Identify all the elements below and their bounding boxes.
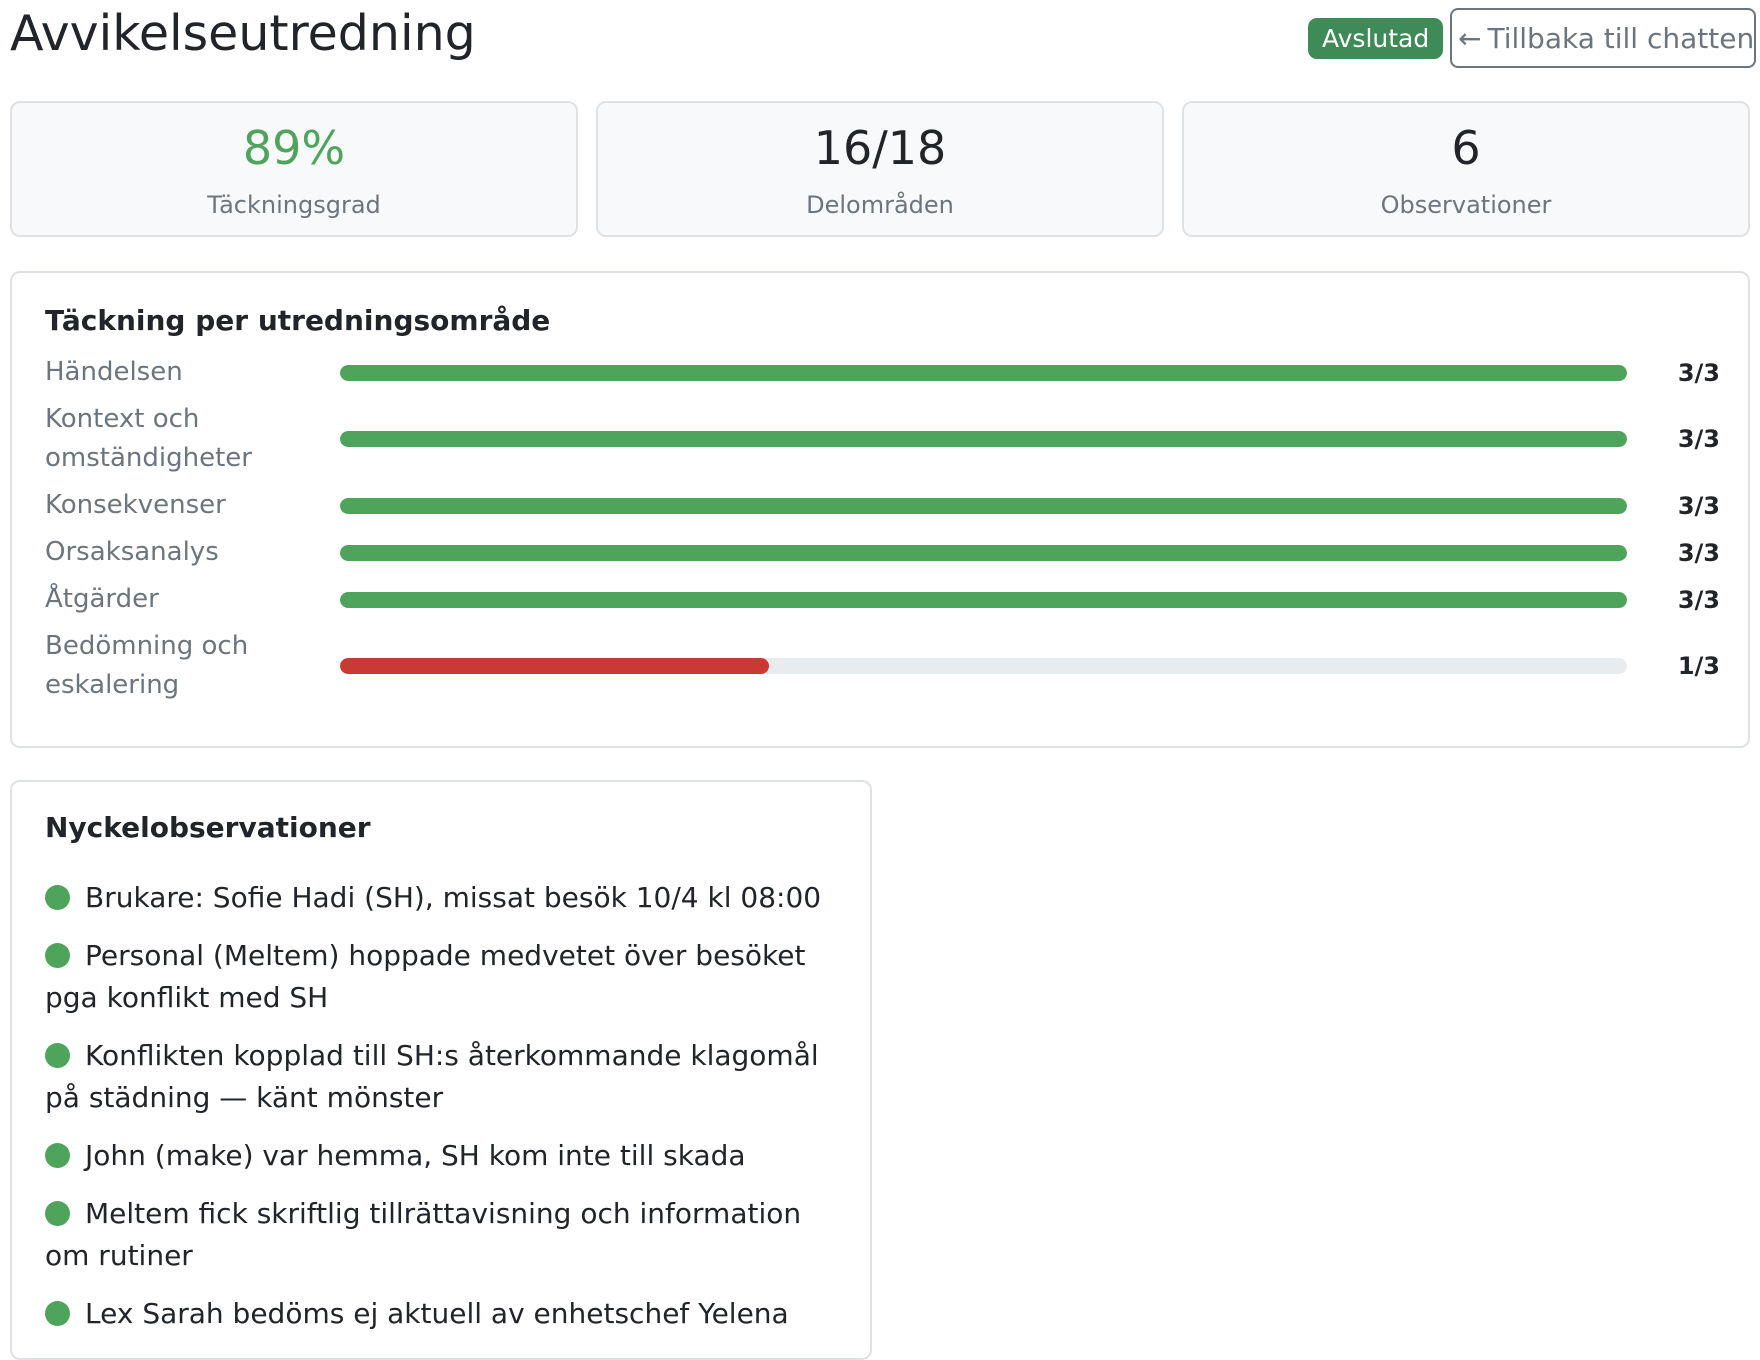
progress-fill <box>340 592 1627 608</box>
observation-text: Meltem fick skriftlig tillrättavisning o… <box>45 1197 802 1272</box>
coverage-row: Orsaksanalys 3/3 <box>45 533 1725 573</box>
stat-card-observations: 6 Observationer <box>1182 101 1750 237</box>
arrow-left-icon: ← <box>1458 22 1482 55</box>
bullet-dot-icon <box>45 943 70 968</box>
progress-fill <box>340 365 1627 381</box>
row-score: 1/3 <box>1677 652 1720 680</box>
page-header: Avvikelseutredning Avslutad ← Tillbaka ti… <box>10 0 1756 70</box>
back-to-chat-button[interactable]: ← Tillbaka till chatten <box>1450 8 1756 68</box>
progress-bar <box>340 431 1627 447</box>
progress-bar <box>340 498 1627 514</box>
coverage-row: Konsekvenser 3/3 <box>45 486 1725 526</box>
observation-text: Konflikten kopplad till SH:s återkommand… <box>45 1039 819 1114</box>
progress-bar <box>340 592 1627 608</box>
row-label: Konsekvenser <box>45 490 226 520</box>
observations-card: Nyckelobservationer Brukare: Sofie Hadi … <box>10 780 872 1360</box>
bullet-dot-icon <box>45 1043 70 1068</box>
coverage-row: Kontext och omständigheter 3/3 <box>45 400 1725 478</box>
observation-text: Lex Sarah bedöms ej aktuell av enhetsche… <box>85 1297 789 1330</box>
bullet-dot-icon <box>45 1301 70 1326</box>
coverage-title: Täckning per utredningsområde <box>45 304 551 337</box>
observation-item: Brukare: Sofie Hadi (SH), missat besök 1… <box>45 877 835 919</box>
row-label: Kontext och omständigheter <box>45 404 252 473</box>
observations-title: Nyckelobservationer <box>45 811 371 844</box>
row-label: Bedömning och eskalering <box>45 631 249 700</box>
observation-item: John (make) var hemma, SH kom inte till … <box>45 1135 835 1177</box>
stat-card-coverage: 89% Täckningsgrad <box>10 101 578 237</box>
stat-card-subareas: 16/18 Delområden <box>596 101 1164 237</box>
coverage-row: Händelsen 3/3 <box>45 353 1725 393</box>
progress-bar <box>340 545 1627 561</box>
bullet-dot-icon <box>45 885 70 910</box>
row-score: 3/3 <box>1677 492 1720 520</box>
progress-fill <box>340 498 1627 514</box>
progress-fill <box>340 431 1627 447</box>
stat-value: 6 <box>1451 121 1481 175</box>
stat-label: Täckningsgrad <box>207 191 381 219</box>
row-label: Händelsen <box>45 357 183 387</box>
progress-fill <box>340 658 769 674</box>
progress-fill <box>340 545 1627 561</box>
investigation-page: Avvikelseutredning Avslutad ← Tillbaka ti… <box>0 0 1760 1360</box>
stat-value: 16/18 <box>813 121 947 175</box>
observations-list: Brukare: Sofie Hadi (SH), missat besök 1… <box>45 877 835 1351</box>
stat-label: Delområden <box>806 191 954 219</box>
observation-item: Konflikten kopplad till SH:s återkommand… <box>45 1035 835 1119</box>
page-title: Avvikelseutredning <box>10 5 476 62</box>
progress-bar <box>340 365 1627 381</box>
stat-value: 89% <box>242 121 346 175</box>
coverage-card: Täckning per utredningsområde Händelsen … <box>10 271 1750 748</box>
bullet-dot-icon <box>45 1143 70 1168</box>
observation-text: John (make) var hemma, SH kom inte till … <box>85 1139 746 1172</box>
row-score: 3/3 <box>1677 539 1720 567</box>
row-score: 3/3 <box>1677 425 1720 453</box>
observation-text: Personal (Meltem) hoppade medvetet över … <box>45 939 806 1014</box>
observation-item: Personal (Meltem) hoppade medvetet över … <box>45 935 835 1019</box>
progress-bar <box>340 658 1627 674</box>
row-score: 3/3 <box>1677 359 1720 387</box>
coverage-row: Åtgärder 3/3 <box>45 580 1725 620</box>
observation-item: Meltem fick skriftlig tillrättavisning o… <box>45 1193 835 1277</box>
back-button-label: Tillbaka till chatten <box>1487 22 1755 55</box>
row-score: 3/3 <box>1677 586 1720 614</box>
row-label: Orsaksanalys <box>45 537 219 567</box>
observation-item: Lex Sarah bedöms ej aktuell av enhetsche… <box>45 1293 835 1335</box>
coverage-row: Bedömning och eskalering 1/3 <box>45 627 1725 705</box>
observation-text: Brukare: Sofie Hadi (SH), missat besök 1… <box>85 881 822 914</box>
bullet-dot-icon <box>45 1201 70 1226</box>
status-badge: Avslutad <box>1308 18 1444 59</box>
row-label: Åtgärder <box>45 584 159 614</box>
stat-label: Observationer <box>1380 191 1552 219</box>
